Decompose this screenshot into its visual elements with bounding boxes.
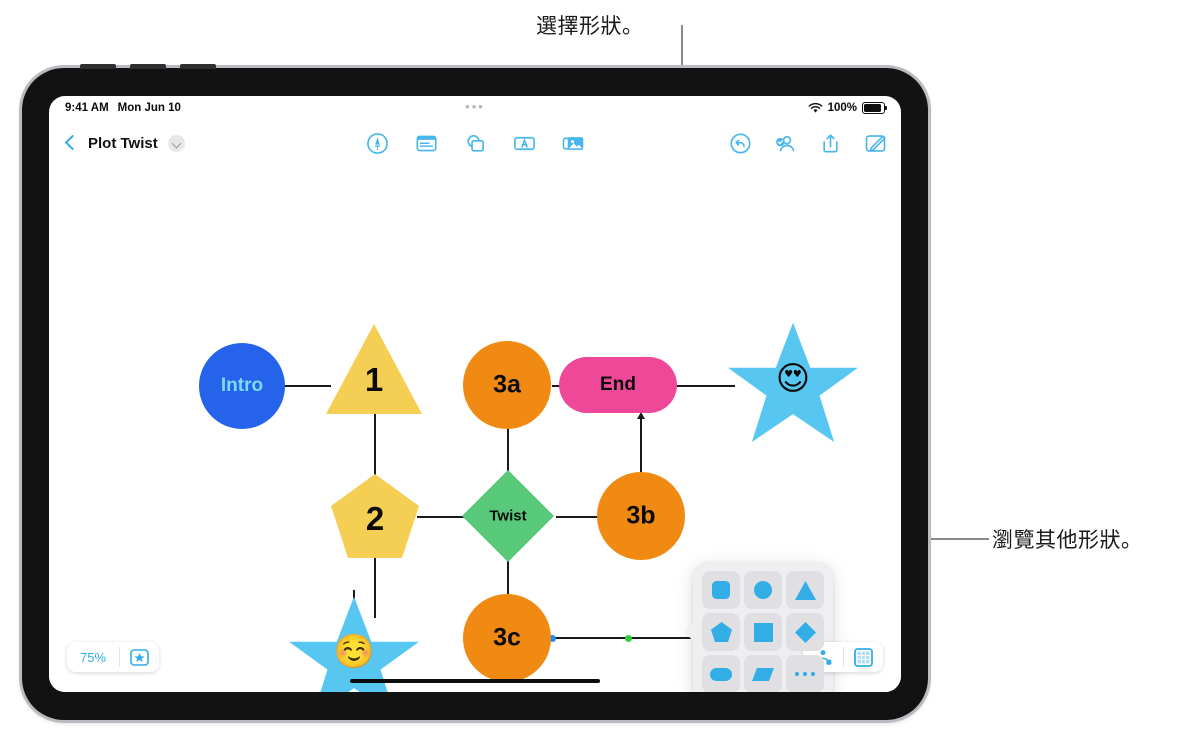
shapes-icon[interactable] xyxy=(464,132,487,155)
triangle-shape-button[interactable] xyxy=(786,571,824,609)
parallelogram-shape-button[interactable] xyxy=(744,655,782,692)
callout-select-shape: 選擇形狀。 xyxy=(536,14,644,38)
connector-3b-to-end[interactable] xyxy=(640,416,643,474)
triangle-icon xyxy=(794,580,816,600)
circle-icon xyxy=(754,581,772,599)
diamond-shape-icon xyxy=(462,470,554,562)
pill-shape-button[interactable] xyxy=(702,655,740,692)
battery-icon xyxy=(862,102,887,114)
connector-twist-to-3c[interactable] xyxy=(507,560,510,596)
node-end[interactable]: End xyxy=(559,357,677,413)
node-two[interactable]: 2 xyxy=(331,474,419,558)
rounded-rect-shape-icon xyxy=(559,357,677,413)
volume-button[interactable] xyxy=(130,64,166,69)
connector-2-to-twist[interactable] xyxy=(417,516,468,519)
pentagon-shape-icon xyxy=(331,474,419,558)
grid-view-button[interactable] xyxy=(844,647,883,667)
back-chevron-icon[interactable] xyxy=(63,136,78,151)
app-toolbar: Plot Twist xyxy=(49,120,901,166)
circle-shape-icon xyxy=(597,472,685,560)
multitasking-dots-icon[interactable]: ••• xyxy=(49,100,901,113)
favorites-button[interactable] xyxy=(120,648,159,666)
square-shape-button[interactable] xyxy=(744,613,782,651)
rounded-square-shape-button[interactable] xyxy=(702,571,740,609)
triangle-shape-icon xyxy=(326,324,422,414)
pentagon-icon xyxy=(710,622,732,642)
ipad-screen: 9:41 AM Mon Jun 10 ••• 100% Plot Twist I… xyxy=(49,96,901,692)
ellipsis-icon xyxy=(794,671,816,677)
diagram-canvas[interactable]: Intro 1 2 Twist 3a 3b 3c End 😍 ☺️ xyxy=(49,166,901,692)
star-shape-icon xyxy=(728,322,858,443)
node-three-a[interactable]: 3a xyxy=(463,341,551,429)
wifi-icon xyxy=(808,102,822,113)
connector-twist-to-3b[interactable] xyxy=(556,516,600,519)
battery-percent-label: 100% xyxy=(827,102,857,114)
parallelogram-icon xyxy=(752,667,774,681)
connector-3a-to-twist[interactable] xyxy=(507,428,510,474)
node-twist[interactable]: Twist xyxy=(462,470,554,562)
diamond-icon xyxy=(794,621,816,643)
volume-button[interactable] xyxy=(180,64,216,69)
chevron-down-icon[interactable] xyxy=(167,134,185,152)
pen-circle-icon[interactable] xyxy=(366,132,389,155)
connector-1-to-2[interactable] xyxy=(374,412,377,478)
star-box-icon xyxy=(130,648,149,666)
zoom-level-label[interactable]: 75% xyxy=(67,650,119,665)
text-box-icon[interactable] xyxy=(513,132,536,155)
circle-shape-button[interactable] xyxy=(744,571,782,609)
node-star-heart[interactable]: 😍 xyxy=(726,320,860,446)
collaborate-icon[interactable] xyxy=(774,132,797,155)
toolbar-left-group: Plot Twist xyxy=(63,134,185,152)
circle-shape-icon xyxy=(463,341,551,429)
grid-square-icon xyxy=(854,647,873,667)
undo-icon[interactable] xyxy=(729,132,752,155)
square-icon xyxy=(753,622,773,642)
node-one[interactable]: 1 xyxy=(326,324,422,414)
pentagon-shape-button[interactable] xyxy=(702,613,740,651)
shape-picker[interactable] xyxy=(693,562,833,692)
compose-icon[interactable] xyxy=(864,132,887,155)
diamond-shape-button[interactable] xyxy=(786,613,824,651)
note-icon[interactable] xyxy=(415,132,438,155)
more-shapes-button[interactable] xyxy=(786,655,824,692)
rounded-square-icon xyxy=(712,581,730,599)
circle-shape-icon xyxy=(199,343,285,429)
toolbar-right-group xyxy=(729,132,887,155)
pill-icon xyxy=(710,667,732,681)
volume-button[interactable] xyxy=(80,64,116,69)
document-title[interactable]: Plot Twist xyxy=(88,135,158,152)
share-icon[interactable] xyxy=(819,132,842,155)
status-bar-right: 100% xyxy=(808,102,887,114)
connector-arrowhead-end-bottom xyxy=(636,412,645,419)
node-three-b[interactable]: 3b xyxy=(597,472,685,560)
zoom-control-group: 75% xyxy=(67,642,160,672)
connector-intro-to-1[interactable] xyxy=(283,385,331,388)
status-bar: 9:41 AM Mon Jun 10 ••• 100% xyxy=(49,96,901,120)
media-icon[interactable] xyxy=(562,132,585,155)
ipad-device-frame: 9:41 AM Mon Jun 10 ••• 100% Plot Twist I… xyxy=(22,64,928,720)
home-indicator[interactable] xyxy=(350,678,600,683)
callout-browse-shapes: 瀏覽其他形狀。 xyxy=(992,528,1143,552)
node-intro[interactable]: Intro xyxy=(199,343,285,429)
